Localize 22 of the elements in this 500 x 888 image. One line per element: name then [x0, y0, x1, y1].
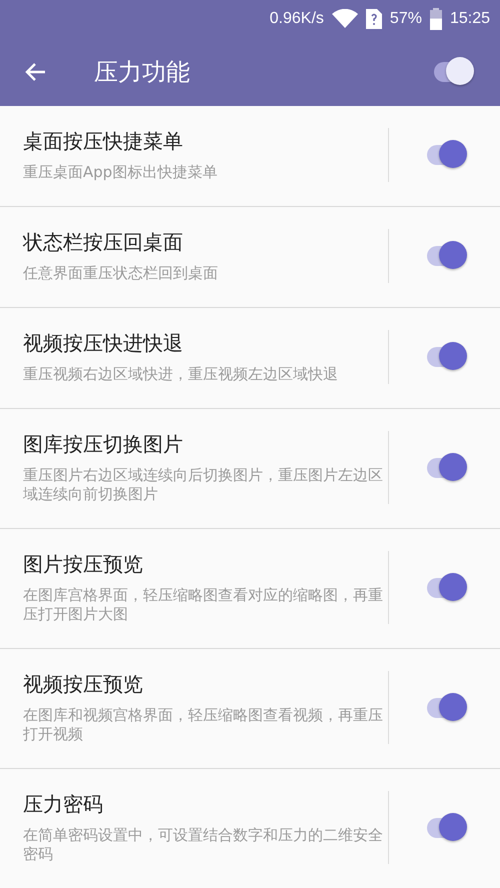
battery-icon — [430, 8, 442, 30]
wifi-icon — [332, 9, 358, 29]
setting-title: 图片按压预览 — [23, 551, 144, 578]
setting-description: 在图库宫格界面，轻压缩略图查看对应的缩略图，再重压打开图片大图 — [23, 586, 384, 624]
setting-title: 状态栏按压回桌面 — [23, 229, 184, 256]
network-speed: 0.96K/s — [270, 10, 324, 28]
setting-description: 重压桌面App图标出快捷菜单 — [23, 163, 218, 182]
setting-title: 视频按压快进快退 — [23, 330, 184, 357]
page-title: 压力功能 — [94, 57, 191, 88]
setting-title: 压力密码 — [23, 791, 104, 818]
setting-description: 在图库和视频宫格界面，轻压缩略图查看视频，再重压打开视频 — [23, 706, 384, 744]
setting-description: 重压视频右边区域快进，重压视频左边区域快退 — [23, 365, 339, 384]
back-arrow-icon[interactable] — [24, 62, 46, 82]
sim-card-icon — [366, 9, 382, 29]
setting-title: 视频按压预览 — [23, 671, 144, 698]
setting-description: 在简单密码设置中，可设置结合数字和压力的二维安全密码 — [23, 826, 384, 864]
clock: 15:25 — [450, 10, 490, 28]
setting-description: 任意界面重压状态栏回到桌面 — [23, 264, 219, 283]
setting-title: 桌面按压快捷菜单 — [23, 128, 184, 155]
battery-percent: 57% — [390, 10, 422, 28]
setting-description: 重压图片右边区域连续向后切换图片，重压图片左边区域连续向前切换图片 — [23, 466, 384, 504]
setting-title: 图库按压切换图片 — [23, 431, 184, 458]
